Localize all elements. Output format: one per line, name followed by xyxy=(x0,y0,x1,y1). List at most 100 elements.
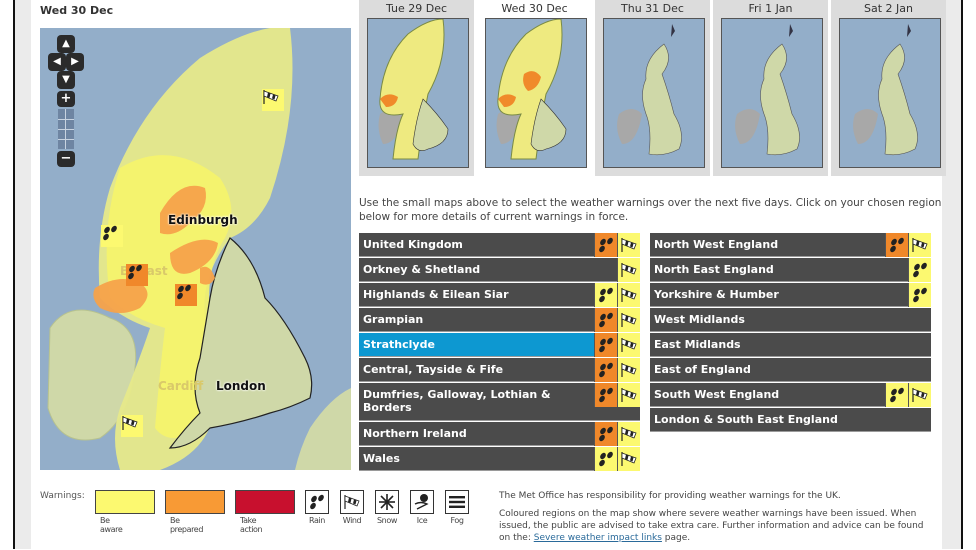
rain-icon xyxy=(103,225,117,241)
region-name: Wales xyxy=(363,452,400,465)
wind-icon xyxy=(617,447,640,471)
region-name: Grampian xyxy=(363,313,424,326)
region-warning-icons xyxy=(594,422,640,446)
rain-icon xyxy=(885,383,908,407)
region-row-east-of-england[interactable]: East of England xyxy=(650,358,931,382)
region-warning-icons xyxy=(908,258,931,282)
region-row-northern-ireland[interactable]: Northern Ireland xyxy=(359,422,640,446)
rain-icon xyxy=(594,383,617,407)
region-row-south-west-england[interactable]: South West England xyxy=(650,383,931,407)
day-label: Tue 29 Dec xyxy=(385,2,448,15)
region-warning-icons xyxy=(594,333,640,357)
region-row-wales[interactable]: Wales xyxy=(359,447,640,471)
region-warning-icons xyxy=(885,383,931,407)
rain-icon xyxy=(594,358,617,382)
zoom-out-button[interactable]: − xyxy=(57,151,75,167)
map-marker-rain[interactable] xyxy=(126,264,148,286)
region-row-yorkshire-humber[interactable]: Yorkshire & Humber xyxy=(650,283,931,307)
region-name: East of England xyxy=(654,363,751,376)
pan-left-button[interactable]: ◀ xyxy=(48,53,66,71)
region-row-east-midlands[interactable]: East Midlands xyxy=(650,333,931,357)
region-name: Northern Ireland xyxy=(363,427,467,440)
rain-icon xyxy=(908,283,931,307)
map-marker-rain[interactable] xyxy=(101,225,123,247)
wind-icon xyxy=(617,422,640,446)
snow-icon xyxy=(375,490,399,514)
pan-down-button[interactable]: ▼ xyxy=(57,71,75,89)
wind-icon xyxy=(263,90,279,104)
ice-icon xyxy=(410,490,434,514)
fog-icon xyxy=(445,490,469,514)
region-row-strathclyde[interactable]: Strathclyde xyxy=(359,333,640,357)
legend-swatch-take-action xyxy=(235,490,295,514)
legend-label-fog: Fog xyxy=(450,516,464,525)
page-frame: Wed 30 Dec Edinburgh Belfast Cardiff Lon… xyxy=(0,0,976,549)
wind-icon xyxy=(617,333,640,357)
day-label: Fri 1 Jan xyxy=(748,2,793,15)
region-row-united-kingdom[interactable]: United Kingdom xyxy=(359,233,640,257)
rain-icon xyxy=(594,333,617,357)
map-marker-wind[interactable] xyxy=(262,89,284,111)
instructions-text: Use the small maps above to select the w… xyxy=(359,197,942,223)
region-warning-icons xyxy=(594,233,640,257)
map-marker-wind[interactable] xyxy=(121,415,143,437)
region-name: Dumfries, Galloway, Lothian & Borders xyxy=(363,388,551,414)
region-row-highlands-eilean-siar[interactable]: Highlands & Eilean Siar xyxy=(359,283,640,307)
region-warning-icons xyxy=(594,308,640,332)
map-date-title: Wed 30 Dec xyxy=(40,4,114,17)
rain-icon xyxy=(594,283,617,307)
wind-icon xyxy=(908,233,931,257)
day-tab-thu-31-dec[interactable]: Thu 31 Dec xyxy=(595,0,710,176)
map-zoom-control: + − xyxy=(57,91,75,171)
region-row-london-south-east-england[interactable]: London & South East England xyxy=(650,408,931,432)
rain-icon xyxy=(128,264,142,280)
legend-label-snow: Snow xyxy=(377,516,397,525)
region-name: United Kingdom xyxy=(363,238,463,251)
region-name: Strathclyde xyxy=(363,338,435,351)
frame-border-right xyxy=(961,0,963,549)
region-name: East Midlands xyxy=(654,338,741,351)
rain-icon xyxy=(594,308,617,332)
region-row-dumfries-galloway-lothian-borders[interactable]: Dumfries, Galloway, Lothian & Borders xyxy=(359,383,640,421)
footer-info: The Met Office has responsibility for pr… xyxy=(499,490,929,550)
region-warning-icons xyxy=(594,358,640,382)
legend-label-rain: Rain xyxy=(309,516,325,525)
zoom-in-button[interactable]: + xyxy=(57,91,75,107)
region-row-central-tayside-fife[interactable]: Central, Tayside & Fife xyxy=(359,358,640,382)
day-label: Thu 31 Dec xyxy=(621,2,684,15)
region-row-north-west-england[interactable]: North West England xyxy=(650,233,931,257)
region-name: Highlands & Eilean Siar xyxy=(363,288,509,301)
footer-paragraph-1: The Met Office has responsibility for pr… xyxy=(499,491,841,501)
rain-icon xyxy=(594,422,617,446)
region-name: Yorkshire & Humber xyxy=(654,288,779,301)
region-warning-icons xyxy=(594,383,640,407)
pan-up-button[interactable]: ▲ xyxy=(57,35,75,53)
zoom-slider[interactable] xyxy=(58,109,74,149)
region-name: London & South East England xyxy=(654,413,838,426)
region-list-left: United Kingdom Orkney & Shetland Highlands… xyxy=(359,233,640,472)
region-name: Central, Tayside & Fife xyxy=(363,363,504,376)
day-tab-wed-30-dec[interactable]: Wed 30 Dec xyxy=(477,0,592,176)
rain-icon xyxy=(885,233,908,257)
region-row-west-midlands[interactable]: West Midlands xyxy=(650,308,931,332)
wind-icon xyxy=(617,383,640,407)
wind-icon xyxy=(122,416,138,430)
wind-icon xyxy=(617,358,640,382)
day-tab-tue-29-dec[interactable]: Tue 29 Dec xyxy=(359,0,474,176)
wind-icon xyxy=(908,383,931,407)
main-warning-map[interactable]: Edinburgh Belfast Cardiff London ▲ ◀ ▶ ▼… xyxy=(40,28,351,470)
severe-weather-impact-link[interactable]: Severe weather impact links xyxy=(534,533,662,543)
day-tab-sat-2-jan[interactable]: Sat 2 Jan xyxy=(831,0,946,176)
map-marker-rain[interactable] xyxy=(175,284,197,306)
legend-swatch-be-aware xyxy=(95,490,155,514)
region-row-orkney-shetland[interactable]: Orkney & Shetland xyxy=(359,258,640,282)
pan-right-button[interactable]: ▶ xyxy=(66,53,84,71)
region-row-grampian[interactable]: Grampian xyxy=(359,308,640,332)
day-thumbnail-map xyxy=(839,18,941,168)
region-list-right: North West England North East England York… xyxy=(650,233,931,433)
day-label: Sat 2 Jan xyxy=(864,2,913,15)
legend-label-be-aware: Be aware xyxy=(100,516,123,534)
wind-icon xyxy=(617,283,640,307)
day-tab-fri-1-jan[interactable]: Fri 1 Jan xyxy=(713,0,828,176)
region-row-north-east-england[interactable]: North East England xyxy=(650,258,931,282)
